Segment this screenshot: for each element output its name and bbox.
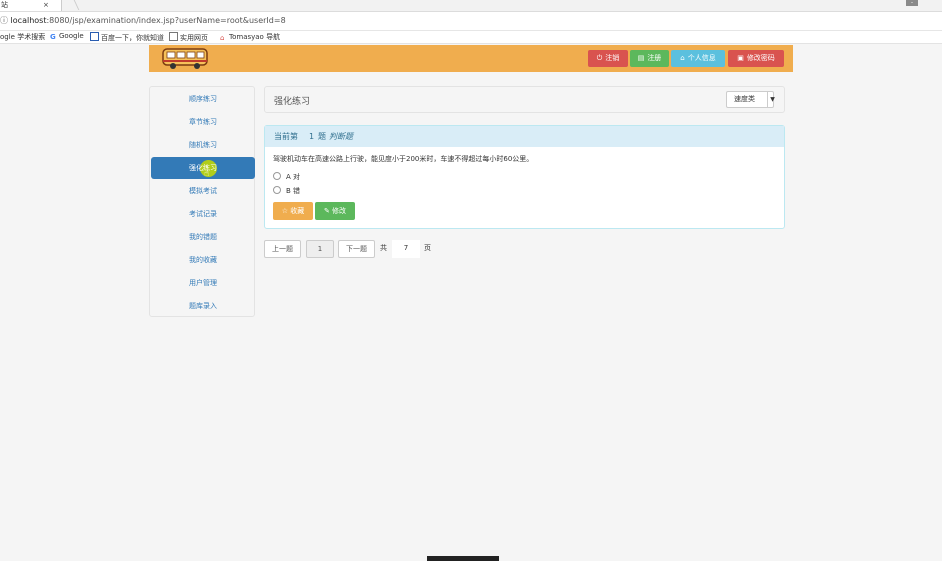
sidebar-item-question-entry[interactable]: 题库录入 [151, 295, 255, 317]
url-host: localhost [10, 16, 47, 25]
question-type: 判断题 [329, 132, 353, 141]
list-icon: ▤ [637, 54, 645, 62]
close-icon[interactable]: × [43, 0, 49, 10]
page-icon [169, 32, 178, 41]
browser-chrome: 站 × – ⓘ localhost:8080/jsp/examination/i… [0, 0, 942, 44]
sidebar-item-mock-exam[interactable]: 模拟考试 [151, 180, 255, 202]
next-button[interactable]: 下一题 [338, 240, 375, 258]
profile-button[interactable]: ⌂ 个人信息 [671, 50, 725, 67]
star-icon: ☆ [281, 207, 291, 215]
minimize-button[interactable]: – [906, 0, 918, 6]
page-total-prefix: 共 [380, 244, 387, 252]
bus-logo [162, 48, 208, 69]
url-path: :8080/jsp/examination/index.jsp?userName… [46, 16, 286, 25]
question-header: 当前第 1 题 判断题 [265, 126, 784, 147]
sidebar-item-favorites[interactable]: 我的收藏 [151, 249, 255, 271]
bookmark-baidu[interactable]: 百度一下，你就知道 [90, 32, 164, 43]
radio-button[interactable] [273, 172, 281, 180]
sidebar-item-user-management[interactable]: 用户管理 [151, 272, 255, 294]
category-select[interactable]: 速度类 ▼ [726, 91, 777, 108]
sidebar-item-exam-records[interactable]: 考试记录 [151, 203, 255, 225]
home-icon: ⌂ [220, 34, 225, 42]
page-title: 强化练习 [274, 97, 311, 107]
chevron-down-icon[interactable]: ▼ [767, 92, 777, 107]
radio-button[interactable] [273, 186, 281, 194]
power-icon: ⏻ [596, 54, 603, 62]
info-icon: ⓘ [0, 16, 11, 25]
logout-button[interactable]: ⏻ 注销 [588, 50, 628, 67]
select-value: 速度类 [734, 95, 755, 103]
question-number: 1 [309, 132, 315, 141]
google-icon: G [50, 33, 56, 41]
sidebar: 顺序练习 章节练习 随机练习 强化练习 ☝ 模拟考试 考试记录 我的错题 我的收… [149, 86, 255, 317]
sidebar-item-wrong-questions[interactable]: 我的错题 [151, 226, 255, 248]
tab-strip: 站 × – [0, 0, 942, 12]
address-bar[interactable]: ⓘ localhost:8080/jsp/examination/index.j… [0, 12, 942, 31]
bookmark-pages[interactable]: 实用网页 [169, 32, 208, 43]
edit-button[interactable]: ✎ 修改 [315, 202, 355, 220]
home-icon: ⌂ [680, 54, 685, 62]
page-total: 7 [392, 240, 420, 258]
bookmarks-bar: ogle 学术搜索 G Google 百度一下，你就知道 实用网页 ⌂ Tomasy… [0, 30, 942, 44]
browser-tab[interactable]: 站 × [0, 0, 62, 11]
question-prefix: 当前第 [274, 132, 298, 141]
sidebar-item-intensive[interactable]: 强化练习 ☝ [151, 157, 255, 179]
page-total-suffix: 页 [424, 244, 431, 252]
taskbar-fragment [427, 556, 499, 561]
baidu-icon [90, 32, 99, 41]
new-tab-button[interactable] [59, 0, 80, 10]
option-b[interactable]: B 错 [273, 186, 300, 196]
favorite-button[interactable]: ☆ 收藏 [273, 202, 313, 220]
bookmark-tomasyao[interactable]: ⌂ Tomasyao 导航 [220, 32, 280, 42]
url-text[interactable]: ⓘ localhost:8080/jsp/examination/index.j… [0, 15, 286, 26]
prev-button[interactable]: 上一题 [264, 240, 301, 258]
sidebar-item-sequential[interactable]: 顺序练习 [151, 88, 255, 110]
question-suffix: 题 [318, 132, 326, 141]
sidebar-item-chapter[interactable]: 章节练习 [151, 111, 255, 133]
pencil-icon: ✎ [323, 207, 333, 215]
register-button[interactable]: ▤ 注册 [630, 50, 669, 67]
bookmark-scholar[interactable]: ogle 学术搜索 [0, 32, 45, 42]
sidebar-item-random[interactable]: 随机练习 [151, 134, 255, 156]
title-panel: 强化练习 速度类 ▼ [264, 86, 785, 113]
option-a[interactable]: A 对 [273, 172, 300, 182]
page-number-input[interactable]: 1 [306, 240, 334, 258]
change-password-button[interactable]: ▣ 修改密码 [728, 50, 784, 67]
lock-icon: ▣ [737, 54, 744, 62]
question-panel: 当前第 1 题 判断题 驾驶机动车在高速公路上行驶，能见度小于200米时，车速不… [264, 125, 785, 229]
page-header: ⏻ 注销 ▤ 注册 ⌂ 个人信息 ▣ 修改密码 [149, 45, 793, 72]
tab-title: 站 [1, 1, 8, 9]
question-text: 驾驶机动车在高速公路上行驶，能见度小于200米时，车速不得超过每小时60公里。 [273, 155, 534, 163]
bookmark-google[interactable]: G Google [50, 32, 84, 41]
